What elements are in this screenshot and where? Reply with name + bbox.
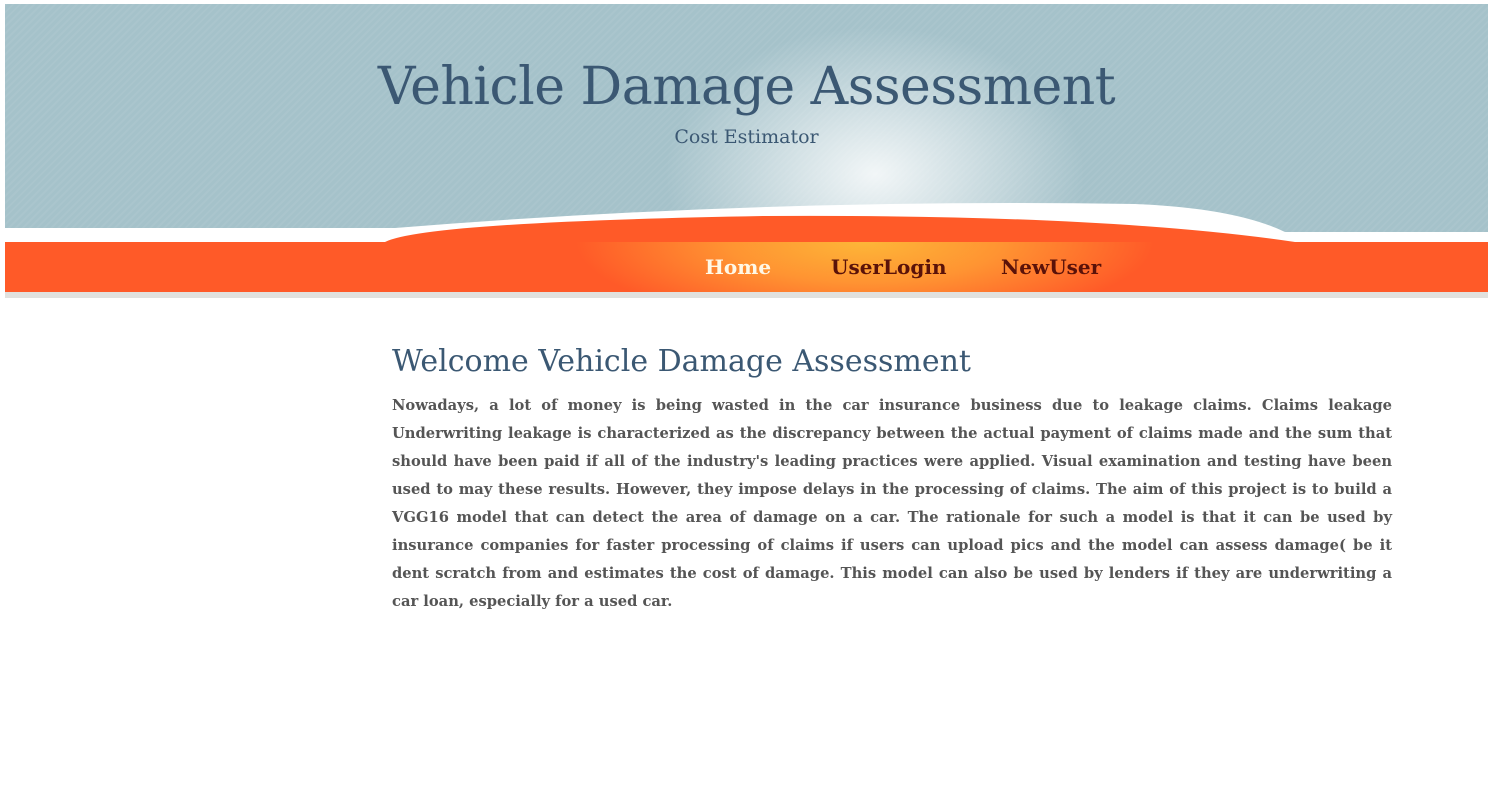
intro-paragraph: Nowadays, a lot of money is being wasted…	[392, 397, 1392, 610]
nav-new-user-link[interactable]: NewUser	[1001, 252, 1101, 282]
nav-user-login-link[interactable]: UserLogin	[831, 252, 1001, 282]
nav-menu: Home UserLogin NewUser	[705, 252, 1101, 282]
site-subtitle: Cost Estimator	[674, 126, 819, 148]
page: Vehicle Damage Assessment Cost Estimator…	[0, 0, 1488, 812]
main-content: Welcome Vehicle Damage Assessment Nowada…	[392, 340, 1392, 616]
welcome-heading: Welcome Vehicle Damage Assessment	[392, 344, 971, 379]
nav-home-link[interactable]: Home	[705, 252, 831, 282]
site-title: Vehicle Damage Assessment	[377, 57, 1116, 117]
header-curve-divider	[5, 203, 1488, 245]
navbar-shadow	[5, 292, 1488, 298]
